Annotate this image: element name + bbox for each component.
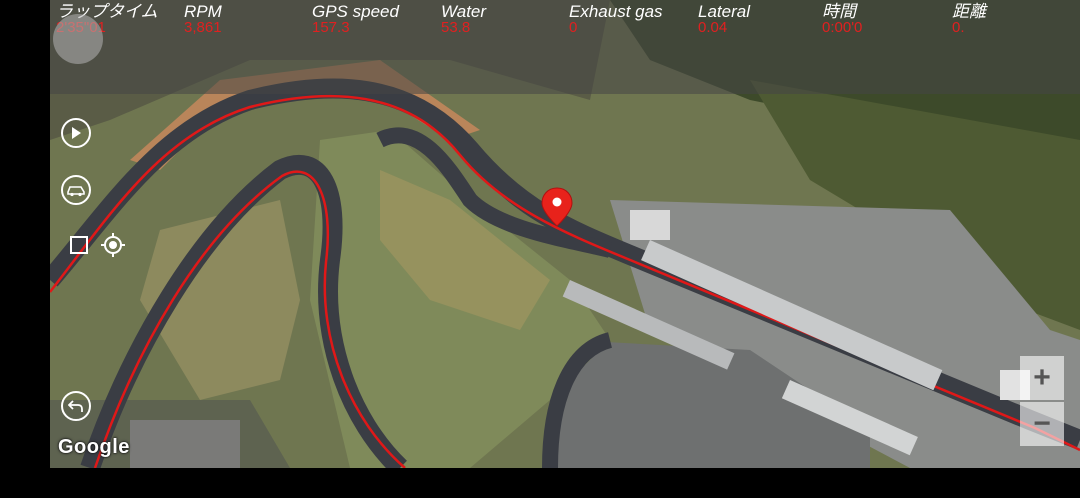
- metric-value: 0.04: [698, 19, 728, 36]
- locate-button[interactable]: [100, 232, 126, 258]
- metric-label: 距離: [952, 2, 986, 21]
- metric-lateral: Lateral 0.04: [698, 2, 818, 36]
- zoom-in-button[interactable]: +: [1020, 356, 1064, 400]
- metric-label: Exhaust gas: [569, 2, 663, 21]
- google-attribution: Google: [58, 436, 130, 458]
- checkbox-icon[interactable]: [70, 236, 88, 254]
- car-icon: [67, 186, 85, 197]
- back-icon: [68, 400, 83, 412]
- floating-action-button[interactable]: [53, 14, 103, 64]
- metric-gps-speed: GPS speed 157.3: [312, 2, 432, 36]
- metric-value: 53.8: [441, 19, 471, 36]
- metric-rpm: RPM 3,861: [184, 2, 304, 36]
- vehicle-button[interactable]: [61, 175, 91, 205]
- back-button[interactable]: [61, 391, 91, 421]
- play-icon: [72, 127, 81, 139]
- telemetry-bar: ラップタイム 2'35"01 RPM 3,861 GPS speed 157.3…: [50, 0, 1080, 94]
- metric-value: 3,861: [184, 19, 222, 36]
- metric-value: 0: [569, 19, 578, 36]
- metric-value: 157.3: [312, 19, 350, 36]
- metric-water: Water 53.8: [441, 2, 561, 36]
- locate-icon: [101, 233, 125, 257]
- left-bar: [0, 0, 50, 468]
- metric-distance: 距離 0.: [952, 2, 1072, 36]
- metric-exhaust-gas: Exhaust gas 0: [569, 2, 689, 36]
- bottom-bar: [0, 468, 1080, 498]
- metric-value: 0.: [952, 19, 965, 36]
- play-button[interactable]: [61, 118, 91, 148]
- zoom-out-button[interactable]: −: [1020, 402, 1064, 446]
- metric-value: 0:00'0: [822, 19, 863, 36]
- metric-time: 時間 0:00'0: [822, 2, 942, 36]
